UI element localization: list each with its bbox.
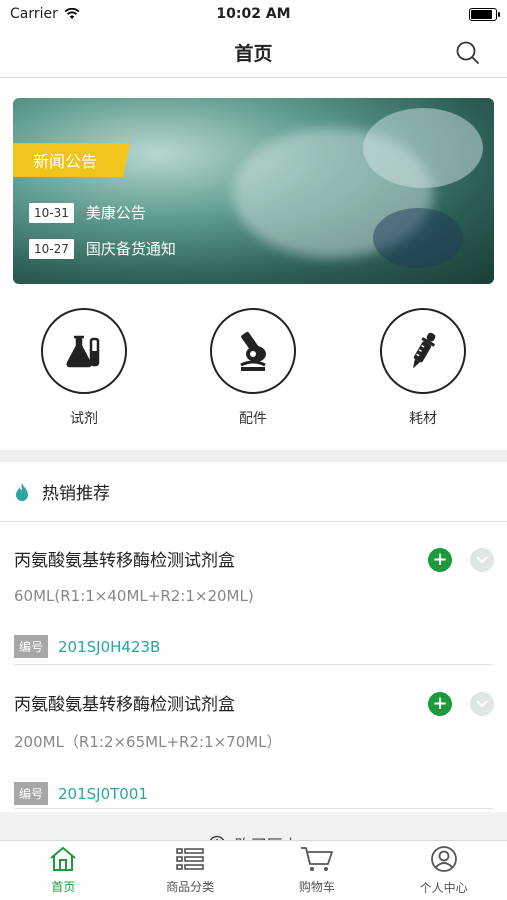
expand-button[interactable] bbox=[470, 692, 494, 716]
list-icon bbox=[176, 848, 204, 870]
product-item[interactable]: 丙氨酸氨基转移酶检测试剂盒 60ML(R1:1×40ML+R2:1×20ML) … bbox=[14, 546, 494, 658]
nav-bar: 首页 bbox=[0, 28, 507, 78]
product-code: 201SJ0T001 bbox=[58, 784, 148, 803]
add-to-cart-button[interactable]: + bbox=[428, 548, 452, 572]
product-code-row: 编号 201SJ0H423B bbox=[14, 635, 494, 658]
battery-icon bbox=[469, 7, 500, 21]
battery-fill bbox=[471, 9, 492, 19]
category-row: 试剂 配件 耗材 bbox=[0, 308, 507, 448]
hot-section-title: 热销推荐 bbox=[42, 484, 110, 504]
tab-bar: 首页 商品分类 购物车 个人中心 bbox=[0, 840, 507, 900]
product-code: 201SJ0H423B bbox=[58, 637, 161, 656]
expand-button[interactable] bbox=[470, 548, 494, 572]
chevron-down-icon bbox=[476, 556, 488, 564]
page-title: 首页 bbox=[234, 43, 273, 65]
tab-label: 个人中心 bbox=[419, 881, 468, 895]
flame-icon bbox=[16, 482, 28, 501]
tab-home[interactable]: 首页 bbox=[0, 841, 127, 900]
chevron-down-icon bbox=[476, 700, 488, 708]
banner-decoration bbox=[373, 208, 463, 268]
product-name: 丙氨酸氨基转移酶检测试剂盒 bbox=[14, 695, 235, 715]
product-code-row: 编号 201SJ0T001 bbox=[14, 782, 494, 805]
news-title: 美康公告 bbox=[85, 204, 146, 222]
news-date: 10-27 bbox=[29, 238, 74, 259]
dropper-icon bbox=[413, 332, 436, 369]
product-spec: 200ML（R1:2×65ML+R2:1×70ML） bbox=[14, 733, 282, 751]
purchase-history-section[interactable]: 购买历史 bbox=[0, 812, 507, 842]
product-code-label: 编号 bbox=[14, 635, 49, 658]
product-divider bbox=[14, 808, 493, 809]
news-tag: 新闻公告 bbox=[13, 143, 130, 177]
category-label: 耗材 bbox=[409, 411, 437, 427]
flask-icon bbox=[66, 335, 100, 368]
category-accessory[interactable]: 配件 bbox=[203, 308, 303, 428]
tab-profile[interactable]: 个人中心 bbox=[380, 841, 507, 900]
category-circle bbox=[210, 308, 296, 394]
category-circle bbox=[380, 308, 466, 394]
section-divider bbox=[0, 450, 507, 462]
news-date: 10-31 bbox=[29, 202, 74, 223]
home-icon bbox=[50, 846, 77, 871]
product-name: 丙氨酸氨基转移酶检测试剂盒 bbox=[14, 551, 235, 571]
status-left: Carrier bbox=[10, 6, 80, 22]
category-reagent[interactable]: 试剂 bbox=[34, 308, 134, 428]
tab-label: 首页 bbox=[51, 880, 76, 894]
news-title: 国庆备货通知 bbox=[85, 240, 176, 258]
tab-label: 商品分类 bbox=[166, 880, 215, 894]
user-icon bbox=[430, 846, 457, 872]
hot-section-header: 热销推荐 bbox=[0, 462, 507, 522]
news-item[interactable]: 10-31 美康公告 bbox=[29, 202, 146, 223]
product-divider bbox=[14, 664, 493, 665]
news-banner[interactable]: 新闻公告 10-31 美康公告 10-27 国庆备货通知 bbox=[13, 98, 494, 284]
tab-cart[interactable]: 购物车 bbox=[254, 841, 381, 900]
tab-categories[interactable]: 商品分类 bbox=[127, 841, 254, 900]
news-item[interactable]: 10-27 国庆备货通知 bbox=[29, 238, 176, 259]
carrier-label: Carrier bbox=[10, 6, 58, 22]
product-code-label: 编号 bbox=[14, 782, 49, 805]
status-bar: Carrier 10:02 AM bbox=[0, 0, 507, 28]
tab-label: 购物车 bbox=[298, 880, 335, 894]
cart-icon bbox=[300, 847, 333, 871]
category-circle bbox=[41, 308, 127, 394]
wifi-icon bbox=[64, 8, 80, 19]
product-spec: 60ML(R1:1×40ML+R2:1×20ML) bbox=[14, 587, 254, 605]
product-item[interactable]: 丙氨酸氨基转移酶检测试剂盒 200ML（R1:2×65ML+R2:1×70ML）… bbox=[14, 690, 494, 805]
add-to-cart-button[interactable]: + bbox=[428, 692, 452, 716]
category-label: 试剂 bbox=[70, 411, 98, 427]
category-consumable[interactable]: 耗材 bbox=[373, 308, 473, 428]
category-label: 配件 bbox=[239, 411, 267, 427]
banner-decoration bbox=[363, 108, 483, 188]
search-icon[interactable] bbox=[455, 40, 481, 66]
microscope-icon bbox=[240, 331, 266, 371]
